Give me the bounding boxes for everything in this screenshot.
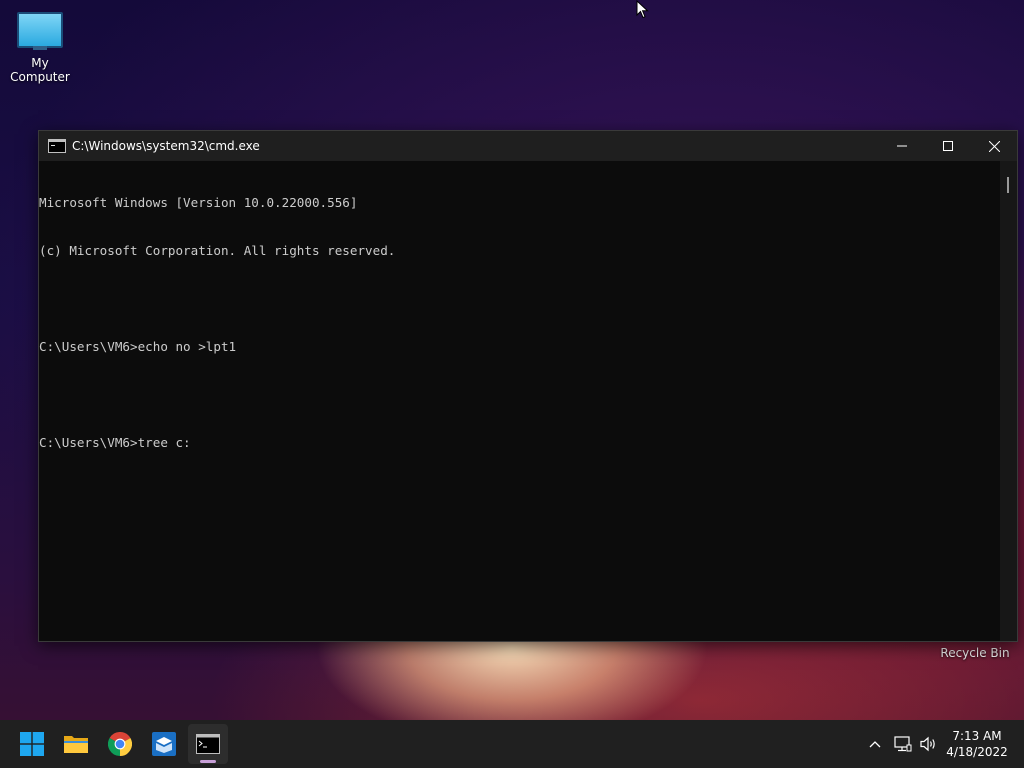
console-output[interactable]: Microsoft Windows [Version 10.0.22000.55… [39, 161, 1000, 641]
taskbar-command-prompt[interactable] [188, 724, 228, 764]
network-icon [894, 736, 912, 752]
active-app-indicator [200, 760, 216, 763]
volume-tray-button[interactable] [918, 720, 940, 768]
cmd-window[interactable]: C:\Windows\system32\cmd.exe Microsoft Wi… [38, 130, 1018, 642]
console-line: Microsoft Windows [Version 10.0.22000.55… [39, 195, 358, 210]
console-prompt-line: C:\Users\VM6>tree c: [39, 435, 191, 450]
chevron-up-icon [869, 741, 881, 748]
vertical-scrollbar[interactable] [1000, 161, 1017, 641]
desktop-icon-label: My Computer [10, 56, 70, 84]
clock-time: 7:13 AM [952, 729, 1002, 743]
taskbar-app[interactable] [144, 724, 184, 764]
mouse-cursor-icon [636, 0, 649, 19]
maximize-icon [943, 141, 953, 151]
console-line: (c) Microsoft Corporation. All rights re… [39, 243, 396, 258]
desktop-icon-my-computer[interactable]: My Computer [0, 8, 80, 84]
console-line: C:\Users\VM6>echo no >lpt1 [39, 339, 237, 354]
cmd-icon [48, 139, 66, 153]
folder-icon [64, 736, 88, 753]
show-hidden-icons-button[interactable] [864, 720, 886, 768]
clock-button[interactable]: 7:13 AM 4/18/2022 [940, 728, 1014, 760]
scrollbar-thumb[interactable] [1007, 177, 1009, 193]
start-button[interactable] [12, 724, 52, 764]
taskbar: 7:13 AM 4/18/2022 [0, 720, 1024, 768]
minimize-icon [897, 145, 907, 147]
window-title: C:\Windows\system32\cmd.exe [72, 139, 260, 153]
windows-start-icon [20, 732, 44, 756]
desktop-icon-recycle-bin[interactable]: Recycle Bin [940, 646, 1010, 660]
network-tray-button[interactable] [892, 720, 914, 768]
taskbar-file-explorer[interactable] [56, 724, 96, 764]
chrome-icon [108, 732, 132, 756]
terminal-icon [196, 734, 220, 754]
close-button[interactable] [971, 131, 1017, 161]
window-titlebar[interactable]: C:\Windows\system32\cmd.exe [39, 131, 1017, 161]
close-icon [988, 140, 1000, 152]
volume-icon [920, 736, 935, 752]
taskbar-chrome[interactable] [100, 724, 140, 764]
box-app-icon [152, 732, 176, 756]
minimize-button[interactable] [879, 131, 925, 161]
clock-date: 4/18/2022 [946, 745, 1008, 759]
monitor-icon [17, 12, 63, 50]
maximize-button[interactable] [925, 131, 971, 161]
